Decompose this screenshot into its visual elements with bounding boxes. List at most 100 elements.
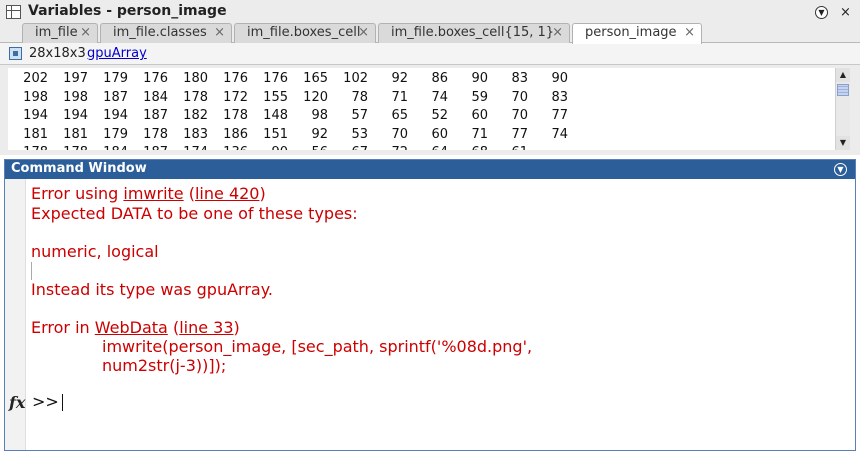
array-cell[interactable]: 194	[8, 108, 48, 123]
array-cell[interactable]: 57	[328, 108, 368, 123]
array-cell[interactable]: 176	[208, 71, 248, 86]
array-cell[interactable]: 194	[88, 108, 128, 123]
vertical-scrollbar[interactable]: ▲ ▼	[835, 68, 850, 150]
array-cell[interactable]: 83	[488, 71, 528, 86]
tab-im-file-classes[interactable]: im_file.classes ×	[100, 23, 232, 43]
tab-close-icon[interactable]: ×	[684, 24, 695, 42]
function-browser-icon[interactable]: fx	[9, 393, 25, 412]
array-cell[interactable]: 176	[128, 71, 168, 86]
array-cell[interactable]: 194	[48, 108, 88, 123]
scroll-down-icon[interactable]: ▼	[836, 136, 850, 150]
error-text: Error in	[31, 318, 95, 337]
tab-label: im_file	[35, 25, 78, 40]
array-cell[interactable]: 198	[8, 90, 48, 105]
array-cell[interactable]: 70	[488, 90, 528, 105]
tab-im-file[interactable]: im_file ×	[22, 23, 98, 43]
array-cell[interactable]: 90	[528, 71, 568, 86]
array-cell[interactable]: 187	[88, 90, 128, 105]
array-cell[interactable]: 78	[328, 90, 368, 105]
array-cell[interactable]: 72	[368, 145, 408, 150]
array-cell[interactable]: 90	[448, 71, 488, 86]
array-cell[interactable]: 151	[248, 127, 288, 142]
tab-close-icon[interactable]: ×	[358, 24, 369, 42]
array-cell[interactable]: 165	[288, 71, 328, 86]
panel-menu-icon[interactable]: ▼	[815, 6, 828, 19]
array-cell[interactable]: 71	[448, 127, 488, 142]
array-cell[interactable]: 65	[368, 108, 408, 123]
tab-im-file-boxes-cell[interactable]: im_file.boxes_cell ×	[234, 23, 376, 43]
array-cell[interactable]: 71	[368, 90, 408, 105]
array-cell[interactable]: 77	[488, 127, 528, 142]
array-cell[interactable]: 64	[408, 145, 448, 150]
tab-close-icon[interactable]: ×	[80, 24, 91, 42]
imwrite-link[interactable]: imwrite	[123, 184, 183, 203]
array-values-grid[interactable]: 202 197 179 176 180 176 176 165 102 92 86 90 83 90 198…	[8, 68, 836, 150]
array-cell[interactable]: 90	[248, 145, 288, 150]
tab-label: im_file.boxes_cell	[247, 25, 361, 40]
array-cell[interactable]: 70	[488, 108, 528, 123]
array-cell[interactable]: 92	[288, 127, 328, 142]
array-cell[interactable]: 187	[128, 145, 168, 150]
array-cell[interactable]: 86	[408, 71, 448, 86]
command-prompt: >>	[32, 392, 59, 411]
array-cell[interactable]: 183	[168, 127, 208, 142]
array-cell[interactable]: 74	[528, 127, 568, 142]
array-cell[interactable]: 59	[448, 90, 488, 105]
array-cell[interactable]: 136	[208, 145, 248, 150]
array-cell[interactable]: 186	[208, 127, 248, 142]
command-window-body[interactable]: Error using imwrite (line 420) Expected …	[5, 179, 855, 450]
tab-close-icon[interactable]: ×	[214, 24, 225, 42]
array-cell[interactable]: 77	[528, 108, 568, 123]
error-text: (	[183, 184, 195, 203]
array-cell[interactable]: 52	[408, 108, 448, 123]
array-cell[interactable]: 176	[248, 71, 288, 86]
command-window-menu-icon[interactable]: ▼	[834, 163, 847, 176]
array-cell[interactable]: 56	[288, 145, 328, 150]
array-cell[interactable]: 179	[88, 127, 128, 142]
array-cell[interactable]: 83	[528, 90, 568, 105]
array-cell[interactable]: 148	[248, 108, 288, 123]
array-cell[interactable]: 172	[208, 90, 248, 105]
array-cell[interactable]: 180	[168, 71, 208, 86]
webdata-link[interactable]: WebData	[95, 318, 168, 337]
array-cell[interactable]: 67	[328, 145, 368, 150]
array-cell[interactable]: 102	[328, 71, 368, 86]
close-panel-icon[interactable]: ×	[839, 6, 852, 19]
tab-im-file-boxes-cell-15-1[interactable]: im_file.boxes_cell{15, 1} ×	[378, 23, 570, 43]
array-cell[interactable]: 155	[248, 90, 288, 105]
array-cell[interactable]: 98	[288, 108, 328, 123]
gpuarray-link[interactable]: gpuArray	[87, 46, 147, 61]
array-cell[interactable]: 178	[208, 108, 248, 123]
array-cell[interactable]: 178	[48, 145, 88, 150]
array-cell[interactable]: 174	[168, 145, 208, 150]
array-cell[interactable]: 184	[88, 145, 128, 150]
scroll-thumb[interactable]	[837, 84, 849, 96]
line-33-link[interactable]: line 33	[179, 318, 233, 337]
array-cell[interactable]: 181	[8, 127, 48, 142]
array-cell[interactable]: 184	[128, 90, 168, 105]
array-cell[interactable]: 178	[128, 127, 168, 142]
tab-close-icon[interactable]: ×	[552, 24, 563, 42]
array-cell[interactable]: 178	[8, 145, 48, 150]
scroll-up-icon[interactable]: ▲	[836, 68, 850, 82]
array-cell[interactable]: 182	[168, 108, 208, 123]
text-cursor-mark	[31, 262, 32, 280]
array-cell[interactable]: 61	[488, 145, 528, 150]
array-cell[interactable]: 53	[328, 127, 368, 142]
array-cell[interactable]: 179	[88, 71, 128, 86]
array-cell[interactable]: 92	[368, 71, 408, 86]
array-cell[interactable]: 60	[408, 127, 448, 142]
array-cell[interactable]: 68	[448, 145, 488, 150]
array-cell[interactable]: 187	[128, 108, 168, 123]
array-cell[interactable]: 120	[288, 90, 328, 105]
array-cell[interactable]: 60	[448, 108, 488, 123]
array-cell[interactable]: 198	[48, 90, 88, 105]
line-420-link[interactable]: line 420	[195, 184, 260, 203]
array-cell[interactable]: 197	[48, 71, 88, 86]
array-cell[interactable]: 70	[368, 127, 408, 142]
array-cell[interactable]: 74	[408, 90, 448, 105]
tab-person-image[interactable]: person_image ×	[572, 23, 702, 44]
array-cell[interactable]: 181	[48, 127, 88, 142]
array-cell[interactable]: 202	[8, 71, 48, 86]
array-cell[interactable]: 178	[168, 90, 208, 105]
